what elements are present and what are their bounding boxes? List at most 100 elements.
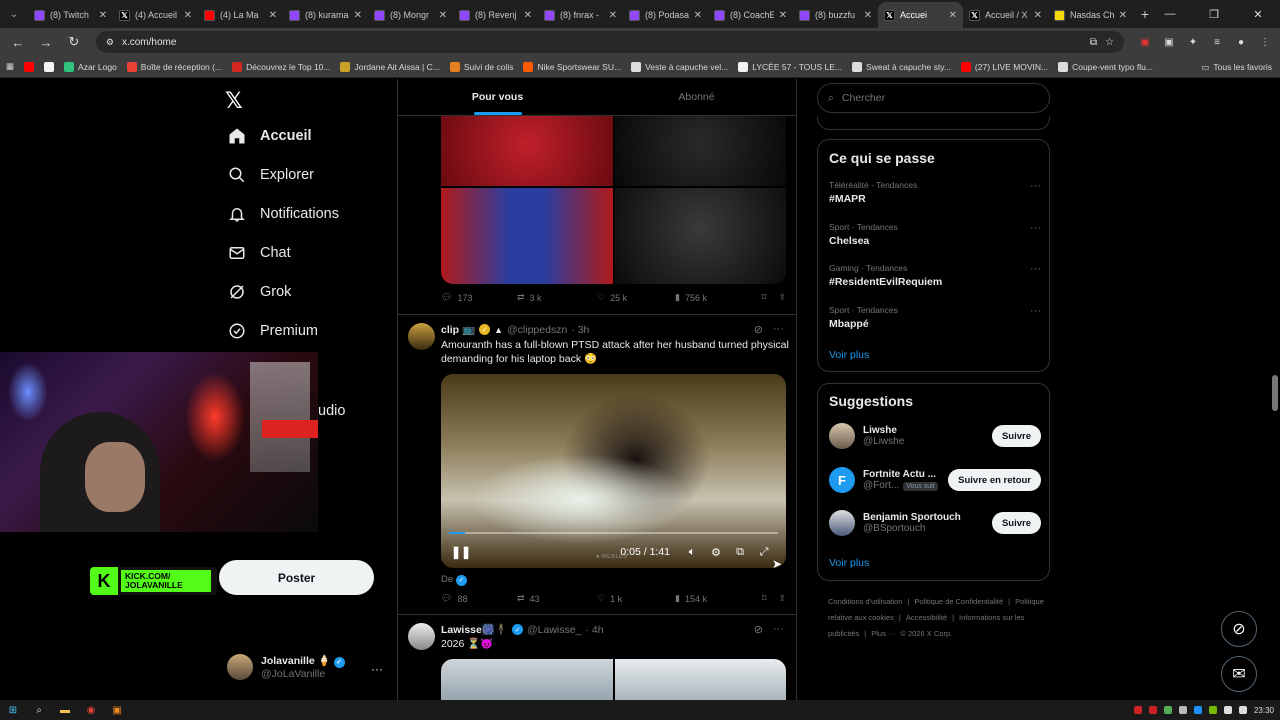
follow-button[interactable]: Suivre xyxy=(991,512,1041,534)
app-icon[interactable]: ▣ xyxy=(110,703,124,717)
nav-item-chat[interactable]: Chat xyxy=(228,244,291,262)
grok-icon[interactable]: ⊘ xyxy=(754,323,763,336)
more-icon[interactable]: ··· xyxy=(1030,263,1041,275)
bookmark-item[interactable]: Coupe-vent typo flu... xyxy=(1058,61,1153,72)
avatar[interactable] xyxy=(829,510,855,536)
forward-icon[interactable]: → xyxy=(34,30,58,54)
extension-icon[interactable]: ▣ xyxy=(1136,33,1154,51)
nav-item-studio-label[interactable]: udio xyxy=(318,403,345,419)
windows-start-icon[interactable]: ⊞ xyxy=(6,703,20,717)
nav-item-accueil[interactable]: Accueil xyxy=(228,127,312,145)
nav-item-explorer[interactable]: Explorer xyxy=(228,166,314,184)
nav-item-notifications[interactable]: Notifications xyxy=(228,205,339,223)
browser-tab[interactable]: (8) CoachE ✕ xyxy=(708,2,793,28)
post-image-grid[interactable] xyxy=(441,116,786,284)
x-logo-icon[interactable]: 𝕏 xyxy=(225,89,243,114)
restore-icon[interactable]: ❐ xyxy=(1192,0,1236,28)
more-icon[interactable]: ··· xyxy=(371,662,383,676)
suggestions-show-more-link[interactable]: Voir plus xyxy=(829,557,869,569)
tray-icon[interactable] xyxy=(1148,706,1157,714)
close-tab-icon[interactable]: ✕ xyxy=(694,10,702,21)
views-button[interactable]: ▮ 154 k xyxy=(675,593,757,604)
more-icon[interactable]: ··· xyxy=(1030,222,1041,234)
avatar[interactable] xyxy=(408,623,435,650)
browser-tab[interactable]: 𝕏 (4) Accueil ✕ xyxy=(113,2,198,28)
video-player[interactable]: ● NICKLES ❚❚ 0:05 / 1:41 🔈︎ ⚙ ⧉ ⤢ xyxy=(441,374,786,568)
trend-item[interactable]: Sport · Tendances Chelsea ··· xyxy=(829,222,1041,247)
bookmark-icon[interactable]: ⌑ xyxy=(762,593,767,604)
close-tab-icon[interactable]: ✕ xyxy=(439,10,447,21)
bookmark-item[interactable] xyxy=(24,61,35,72)
bookmark-item[interactable]: Nike Sportswear SU... xyxy=(523,61,621,72)
post-image[interactable] xyxy=(614,188,786,284)
post-image[interactable] xyxy=(614,116,786,186)
profile-avatar[interactable]: ● xyxy=(1232,33,1250,51)
footer-link[interactable]: © 2026 X Corp. xyxy=(900,629,952,638)
search-input[interactable]: ⌕ Chercher xyxy=(817,83,1050,113)
follow-button[interactable]: Suivre en retour xyxy=(948,469,1041,491)
browser-tab[interactable]: (8) buzzfu ✕ xyxy=(793,2,878,28)
post-time[interactable]: · 4h xyxy=(585,624,603,636)
post-image[interactable] xyxy=(614,659,786,700)
post-image[interactable] xyxy=(441,659,613,700)
nav-item-grok[interactable]: Grok xyxy=(228,283,291,301)
nav-item-premium[interactable]: Premium xyxy=(228,322,318,340)
browser-tab[interactable]: Nasdas Ch ✕ xyxy=(1048,2,1133,28)
close-tab-icon[interactable]: ✕ xyxy=(184,10,192,21)
grok-fab-icon[interactable]: ⊘ xyxy=(1221,611,1257,647)
extension-icon[interactable]: ▣ xyxy=(1160,33,1178,51)
suggestion-name[interactable]: Liwshe xyxy=(863,425,984,436)
tab-following[interactable]: Abonné xyxy=(597,79,796,115)
author-name[interactable]: Lawisse🎆🕴 xyxy=(441,623,508,636)
suggestion-name[interactable]: Benjamin Sportouch xyxy=(863,512,984,523)
tab-search-icon[interactable]: ⌄ xyxy=(0,0,28,28)
grok-icon[interactable]: ⊘ xyxy=(754,623,763,636)
browser-tab[interactable]: 𝕏 Accuei ✕ xyxy=(878,2,963,28)
repost-button[interactable]: ⇄ 3 k xyxy=(517,292,597,303)
author-handle[interactable]: @Lawisse_ xyxy=(527,624,581,636)
scrollbar[interactable] xyxy=(1272,375,1278,411)
suggestion-name[interactable]: Fortnite Actu ... xyxy=(863,469,940,480)
close-tab-icon[interactable]: ✕ xyxy=(1034,10,1042,21)
trends-show-more-link[interactable]: Voir plus xyxy=(829,349,869,361)
video-progress-bar[interactable] xyxy=(449,532,778,534)
browser-tab[interactable]: (8) fnrax - ✕ xyxy=(538,2,623,28)
browser-tab[interactable]: (8) kurama ✕ xyxy=(283,2,368,28)
post-image-grid[interactable] xyxy=(441,659,786,700)
file-explorer-icon[interactable]: ▬ xyxy=(58,703,72,717)
close-tab-icon[interactable]: ✕ xyxy=(99,10,107,21)
extensions-puzzle-icon[interactable]: ✦ xyxy=(1184,33,1202,51)
avatar[interactable]: F xyxy=(829,467,855,493)
more-icon[interactable]: ··· xyxy=(773,323,784,336)
address-bar[interactable]: ⚙ x.com/home ⧉ ☆ xyxy=(95,31,1124,53)
browser-tab[interactable]: (8) Mongr ✕ xyxy=(368,2,453,28)
footer-link[interactable]: Plus ··· xyxy=(871,629,895,638)
settings-gear-icon[interactable]: ⚙ xyxy=(704,546,728,559)
bookmark-item[interactable]: Azar Logo xyxy=(64,61,117,72)
apps-icon[interactable]: ▦ xyxy=(6,61,14,72)
trend-item[interactable]: Sport · Tendances Mbappé ··· xyxy=(829,305,1041,330)
bookmark-item[interactable]: Suivi de colis xyxy=(449,61,513,72)
bookmark-item[interactable]: Veste à capuche vel... xyxy=(631,61,728,72)
close-window-icon[interactable]: ✕ xyxy=(1236,0,1280,28)
bluetooth-icon[interactable] xyxy=(1193,706,1202,714)
close-tab-icon[interactable]: ✕ xyxy=(779,10,787,21)
more-icon[interactable]: ··· xyxy=(773,623,784,636)
reply-button[interactable]: 💬︎ 88 xyxy=(441,593,517,604)
post-image[interactable] xyxy=(441,116,613,186)
footer-link[interactable]: Accessibilité xyxy=(906,613,947,622)
close-tab-icon[interactable]: ✕ xyxy=(354,10,362,21)
footer-link[interactable]: Politique de Confidentialité xyxy=(914,597,1003,606)
close-tab-icon[interactable]: ✕ xyxy=(609,10,617,21)
taskbar-clock[interactable]: 23:30 xyxy=(1254,706,1274,715)
tray-icon[interactable] xyxy=(1178,706,1187,714)
more-icon[interactable]: ··· xyxy=(1030,180,1041,192)
like-button[interactable]: ♡ 1 k xyxy=(597,593,675,604)
bookmark-star-icon[interactable]: ☆ xyxy=(1105,37,1114,48)
like-button[interactable]: ♡ 25 k xyxy=(597,292,675,303)
share-icon[interactable]: ⇪ xyxy=(778,593,786,604)
search-icon[interactable]: ⌕ xyxy=(32,703,46,717)
minimize-icon[interactable]: — xyxy=(1148,0,1192,28)
views-button[interactable]: ▮ 756 k xyxy=(675,292,757,303)
post-image[interactable] xyxy=(441,188,613,284)
